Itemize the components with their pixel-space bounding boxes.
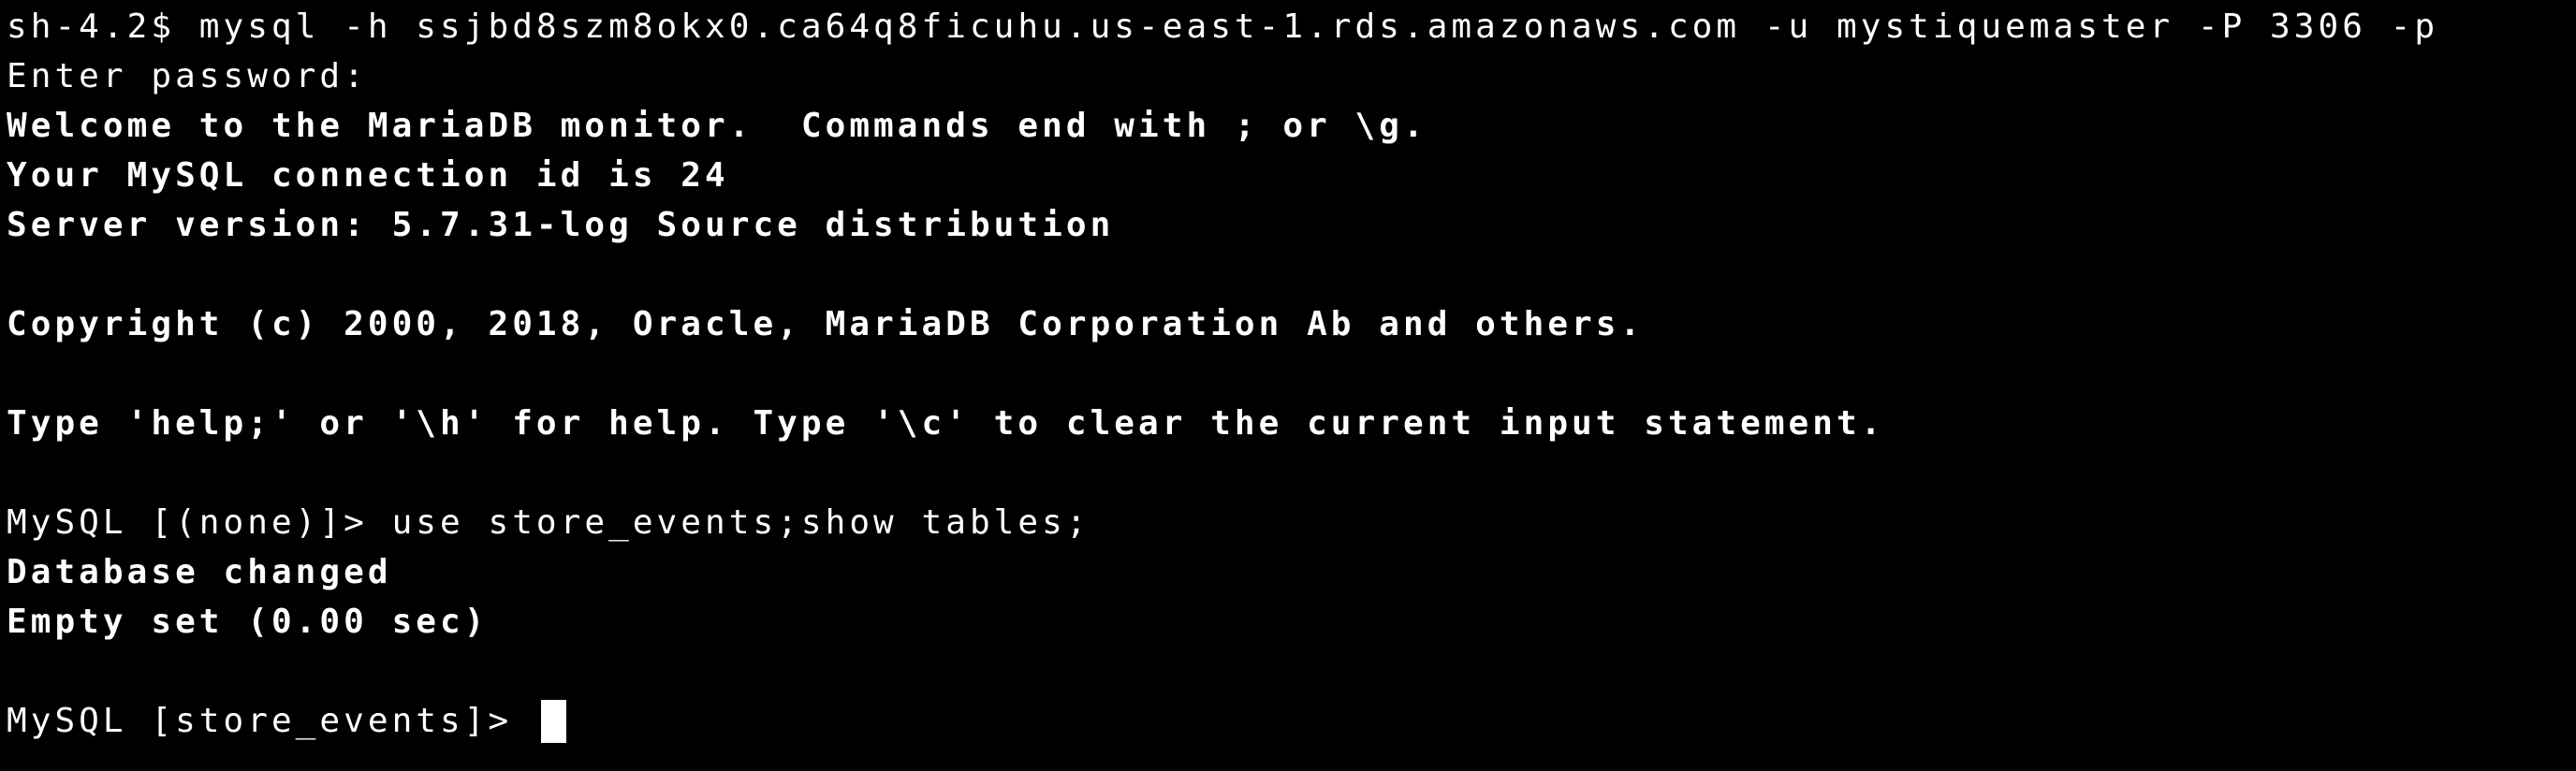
terminal-line-sql-command: MySQL [(none)]> use store_events;show ta… <box>7 503 1090 542</box>
terminal-window[interactable]: sh-4.2$ mysql -h ssjbd8szm8okx0.ca64q8fi… <box>0 0 2576 771</box>
terminal-line-password-prompt: Enter password: <box>7 57 368 95</box>
terminal-line-copyright: Copyright (c) 2000, 2018, Oracle, MariaD… <box>7 305 1645 343</box>
terminal-line-help-hint: Type 'help;' or '\h' for help. Type '\c'… <box>7 404 1885 443</box>
terminal-line-shell-command: sh-4.2$ mysql -h ssjbd8szm8okx0.ca64q8fi… <box>7 7 2439 46</box>
active-prompt-line[interactable]: MySQL [store_events]> <box>7 696 2576 746</box>
terminal-line-welcome-banner: Welcome to the MariaDB monitor. Commands… <box>7 107 1427 145</box>
terminal-line-server-version: Server version: 5.7.31-log Source distri… <box>7 206 1115 244</box>
terminal-line-database-changed: Database changed <box>7 553 392 591</box>
terminal-line-connection-id: Your MySQL connection id is 24 <box>7 156 729 195</box>
prompt-label: MySQL [store_events]> <box>7 702 536 740</box>
text-cursor <box>540 699 566 743</box>
terminal-line-empty-set: Empty set (0.00 sec) <box>7 603 489 641</box>
